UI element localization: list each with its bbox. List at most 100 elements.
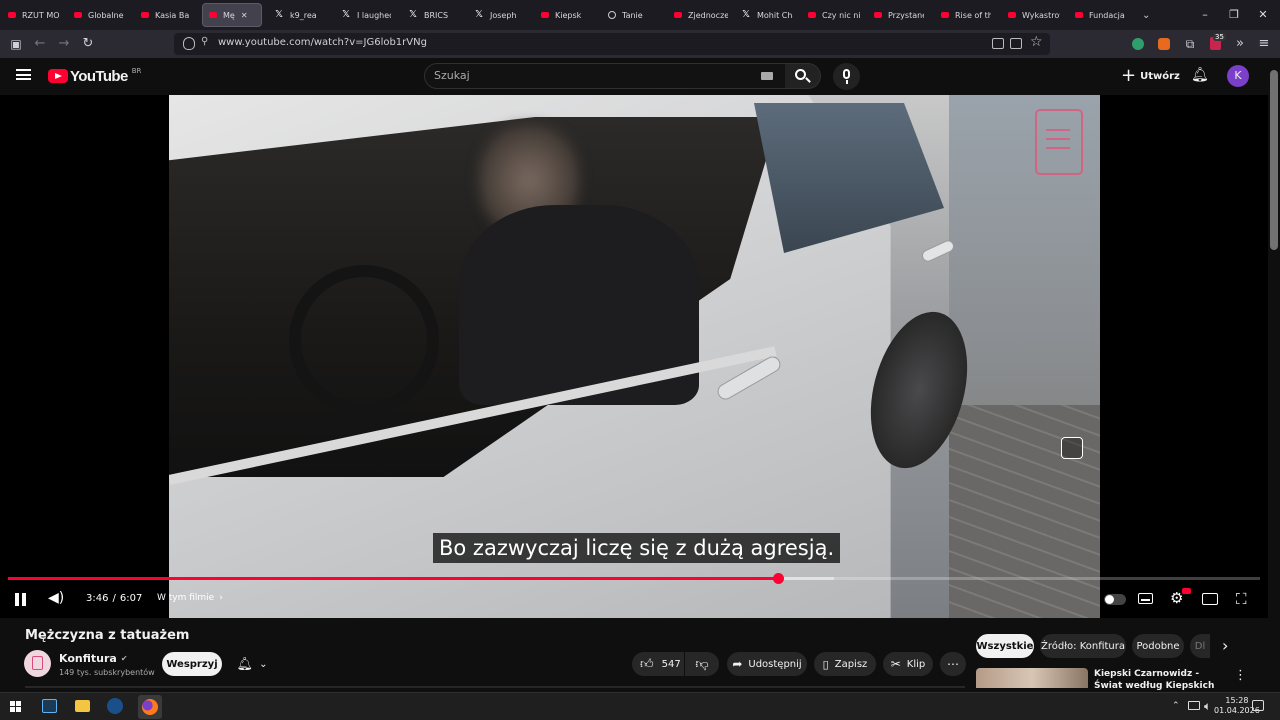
theater-mode-icon[interactable] (1202, 593, 1218, 605)
overflow-chevron-icon[interactable]: » (1231, 35, 1249, 53)
search-placeholder: Szukaj (434, 69, 470, 82)
this-pc-icon[interactable] (42, 699, 57, 713)
region-code: BR (131, 67, 142, 75)
progress-bar[interactable] (8, 573, 1260, 584)
notifications-bell-icon[interactable]: 🔔︎ (1191, 67, 1209, 83)
notification-center-icon[interactable] (1252, 700, 1264, 711)
share-button[interactable]: ➦ Udostępnij (727, 652, 807, 676)
back-arrow-icon[interactable]: ← (31, 35, 49, 53)
recommended-more-icon[interactable]: ⋮ (1234, 668, 1247, 683)
channel-name-link[interactable]: Konfitura ✔ (59, 652, 128, 665)
scrollbar-thumb[interactable] (1270, 70, 1278, 250)
sidebar-toggle-icon[interactable]: ▣ (7, 35, 25, 53)
chip-related[interactable]: Podobne (1132, 634, 1184, 658)
browser-tab[interactable]: Zjednocze (674, 4, 728, 26)
browser-tab[interactable]: 𝕏k9_rea (274, 4, 324, 26)
permissions-icon[interactable]: ⚲ (201, 36, 208, 47)
buffered-bar (777, 577, 835, 580)
shield-icon[interactable] (183, 37, 195, 50)
fullscreen-icon[interactable]: ⛶ (1236, 590, 1247, 608)
browser-tab[interactable]: Przystanek (874, 4, 924, 26)
account-avatar[interactable]: K (1227, 65, 1249, 87)
channel-avatar[interactable] (24, 650, 51, 677)
browser-tab[interactable]: Fundacja I (1075, 4, 1127, 26)
reader-view-icon[interactable] (1010, 38, 1022, 49)
clip-label: Klip (906, 658, 926, 670)
chip-source[interactable]: Źródło: Konfitura (1040, 634, 1126, 658)
dislike-button[interactable]: 👎︎ (685, 652, 719, 676)
page-scrollbar[interactable] (1268, 58, 1280, 692)
video-player[interactable]: Bo zazwyczaj liczę się z dużą agresją. ◀… (0, 95, 1268, 618)
browser-tab[interactable]: 𝕏 I laughed (341, 4, 391, 26)
more-actions-icon[interactable]: ⋯ (940, 652, 966, 676)
browser-tab[interactable]: 𝕏 Joseph (474, 4, 524, 26)
address-bar[interactable]: ⚲ www.youtube.com/watch?v=JG6lob1rVNg ☆ (174, 33, 1050, 55)
extension-vpn-icon[interactable] (1132, 38, 1144, 50)
voice-search-button[interactable] (833, 63, 860, 90)
youtube-header: YouTube BR Szukaj + Utwórz 🔔︎ K (0, 58, 1268, 95)
browser-tab[interactable]: Czy nic nie (808, 4, 860, 26)
extension-fox-icon[interactable] (1158, 38, 1170, 50)
browser-tab[interactable]: Kiepsk (541, 4, 589, 26)
search-button[interactable] (785, 63, 821, 89)
autoplay-toggle[interactable] (1104, 594, 1126, 605)
browser-tab[interactable]: Rise of the (941, 4, 991, 26)
scrubber-handle[interactable] (772, 573, 784, 584)
browser-tab[interactable]: Wykastrow (1008, 4, 1060, 26)
tab-label: Globalne I (88, 10, 124, 20)
firefox-taskbar-button[interactable] (138, 695, 162, 719)
close-window-icon[interactable]: ✕ (1254, 6, 1272, 24)
recommended-thumbnail[interactable] (976, 668, 1088, 688)
youtube-icon (1075, 12, 1083, 18)
picture-in-picture-icon[interactable] (992, 38, 1004, 49)
share-label: Udostępnij (748, 658, 802, 670)
support-button[interactable]: Wesprzyj (162, 652, 222, 676)
channel-watermark-icon[interactable] (1035, 109, 1083, 175)
chip-all[interactable]: Wszystkie (976, 634, 1034, 658)
like-count: 547 (661, 658, 681, 670)
reload-icon[interactable]: ↻ (79, 35, 97, 53)
channel-name: Konfitura (59, 652, 117, 665)
volume-icon[interactable]: ◀︎) (48, 590, 64, 606)
browser-tab[interactable]: RZUT MOI (8, 4, 60, 26)
search-input[interactable]: Szukaj (424, 63, 786, 89)
notification-settings-button[interactable]: 🔔︎ ⌄ (228, 652, 276, 676)
menu-hamburger-icon[interactable]: ≡ (1255, 35, 1273, 53)
file-explorer-icon[interactable] (75, 700, 90, 712)
network-icon[interactable] (1188, 701, 1200, 710)
browser-tab[interactable]: 𝕏 BRICS (408, 4, 458, 26)
create-button[interactable]: + Utwórz (1121, 67, 1180, 85)
chapters-button[interactable]: W tym filmie › (157, 593, 223, 603)
tab-list-chevron-icon[interactable]: ⌄ (1142, 4, 1156, 26)
steam-icon[interactable] (107, 698, 123, 714)
verified-badge-icon: ✔ (120, 654, 128, 663)
tray-chevron-icon[interactable]: ⌃ (1172, 701, 1180, 711)
miniplayer-icon[interactable] (1061, 437, 1083, 459)
keyboard-icon[interactable] (761, 72, 773, 80)
youtube-logo[interactable]: YouTube BR (48, 67, 141, 85)
create-label: Utwórz (1140, 70, 1180, 82)
guide-menu-icon[interactable] (16, 69, 31, 80)
subtitles-icon[interactable] (1138, 593, 1153, 604)
browser-tab[interactable]: Mę ✕ (202, 3, 262, 27)
close-tab-icon[interactable]: ✕ (241, 11, 248, 20)
browser-tab[interactable]: Globalne I (74, 4, 124, 26)
bookmark-star-icon[interactable]: ☆ (1030, 34, 1043, 50)
minimize-window-icon[interactable]: – (1196, 6, 1214, 24)
chips-next-chevron-icon[interactable]: › (1222, 636, 1228, 655)
browser-tab[interactable]: 𝕏 Mohit Cha (741, 4, 793, 26)
like-button[interactable]: 👍︎ 547 (632, 652, 684, 676)
browser-tab[interactable]: Tanie (608, 4, 656, 26)
clip-button[interactable]: ✂ Klip (883, 652, 933, 676)
forward-arrow-icon[interactable]: → (55, 35, 73, 53)
tab-label: Fundacja I (1089, 10, 1127, 20)
browser-tab[interactable]: Kasia Babi (141, 4, 189, 26)
chip-partial[interactable]: Dl (1190, 634, 1210, 658)
windows-start-icon[interactable] (10, 701, 22, 713)
extensions-puzzle-icon[interactable]: ⧉ (1181, 35, 1199, 53)
pause-icon[interactable] (15, 593, 27, 606)
save-button[interactable]: ▯ Zapisz (814, 652, 876, 676)
speaker-icon[interactable]: 🔈︎ (1204, 699, 1211, 714)
url-text[interactable]: www.youtube.com/watch?v=JG6lob1rVNg (218, 37, 427, 48)
restore-window-icon[interactable]: ❐ (1225, 6, 1243, 24)
